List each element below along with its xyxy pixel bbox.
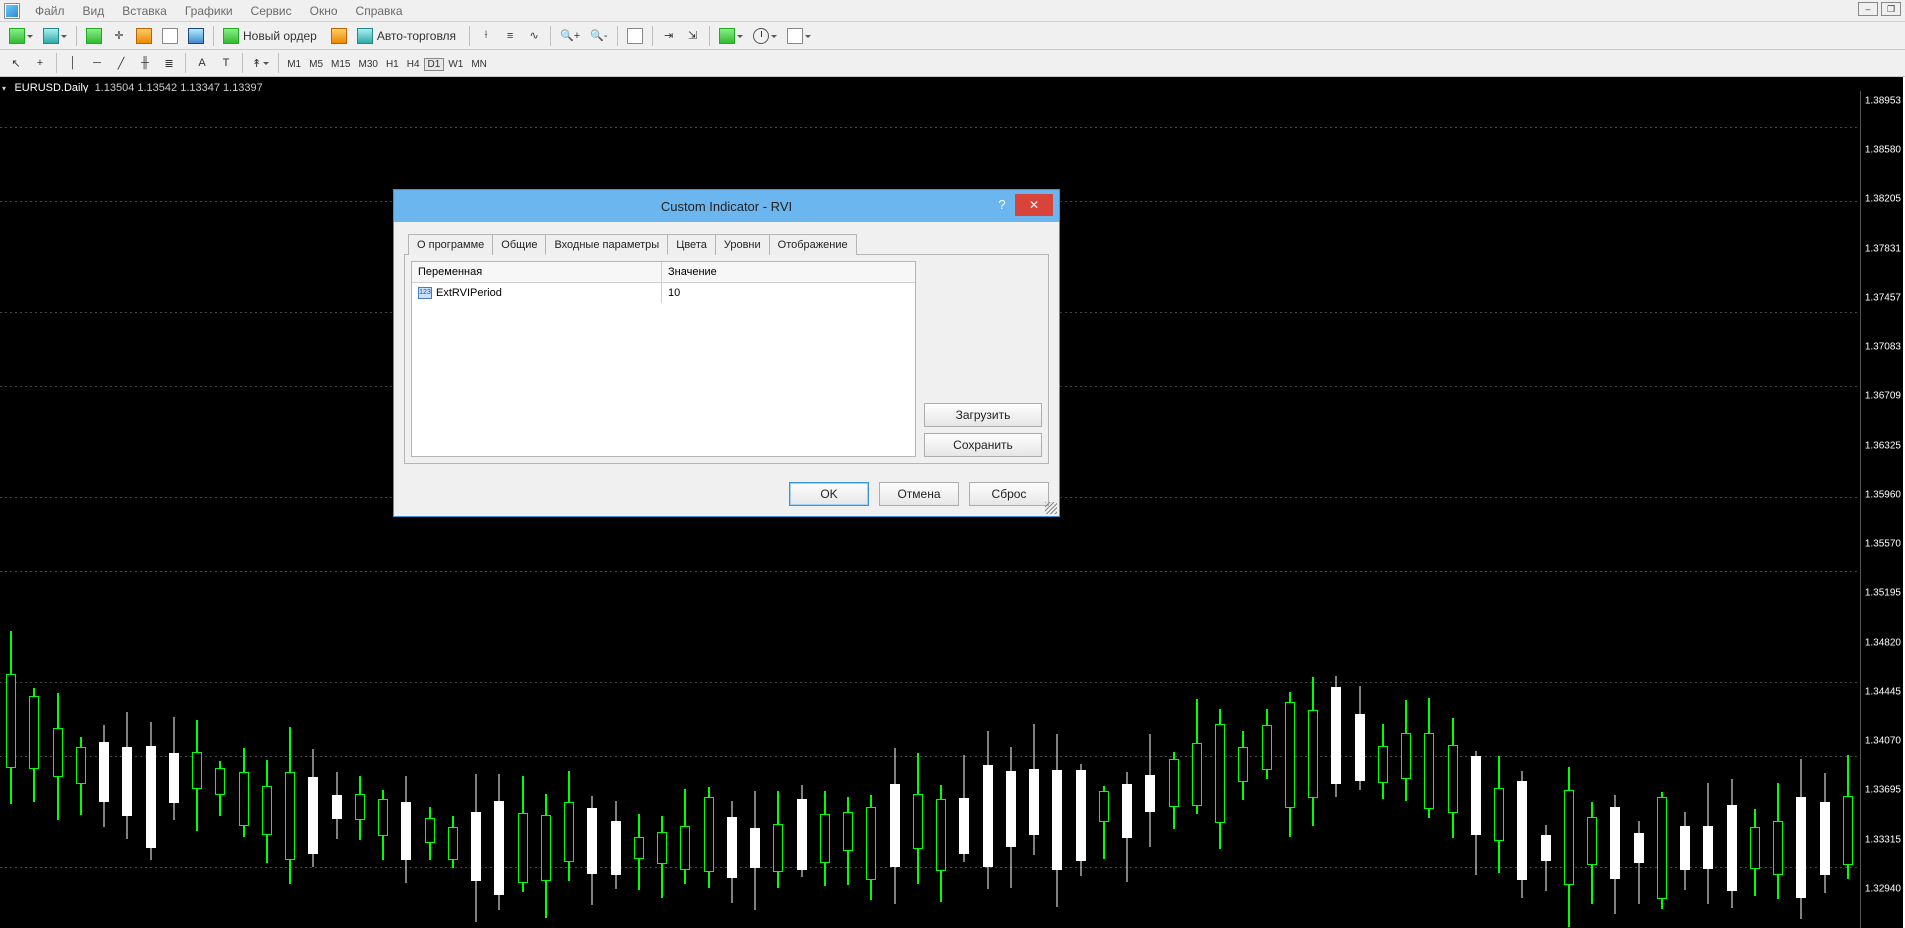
param-row[interactable]: 123 ExtRVIPeriod 10 <box>412 283 915 303</box>
dialog-titlebar[interactable]: Custom Indicator - RVI ? ✕ <box>394 190 1059 222</box>
modal-backdrop: Custom Indicator - RVI ? ✕ О программеОб… <box>0 0 1905 928</box>
tab-Общие[interactable]: Общие <box>492 234 546 255</box>
btn-ok[interactable]: OK <box>789 482 869 506</box>
btn-save[interactable]: Сохранить <box>924 433 1042 457</box>
tab-Цвета[interactable]: Цвета <box>667 234 716 255</box>
resize-grip[interactable] <box>1045 502 1057 514</box>
btn-load[interactable]: Загрузить <box>924 403 1042 427</box>
col-variable[interactable]: Переменная <box>412 262 662 282</box>
tab-О-программе[interactable]: О программе <box>408 234 493 255</box>
param-grid[interactable]: Переменная Значение 123 ExtRVIPeriod 10 <box>411 261 916 457</box>
tab-Отображение[interactable]: Отображение <box>769 234 857 255</box>
tab-Уровни[interactable]: Уровни <box>715 234 770 255</box>
dialog-title: Custom Indicator - RVI <box>661 199 792 214</box>
btn-cancel[interactable]: Отмена <box>879 482 959 506</box>
dialog-custom-indicator: Custom Indicator - RVI ? ✕ О программеОб… <box>393 189 1060 517</box>
param-name: ExtRVIPeriod <box>436 287 502 299</box>
int-icon: 123 <box>418 287 432 299</box>
dialog-tabs: О программеОбщиеВходные параметрыЦветаУр… <box>408 234 1049 255</box>
tab-Входные-параметры[interactable]: Входные параметры <box>545 234 668 255</box>
col-value[interactable]: Значение <box>662 262 915 282</box>
dialog-help-button[interactable]: ? <box>989 194 1015 216</box>
btn-reset[interactable]: Сброс <box>969 482 1049 506</box>
param-value[interactable]: 10 <box>662 283 915 303</box>
dialog-close-button[interactable]: ✕ <box>1015 194 1053 216</box>
tab-panel-inputs: Переменная Значение 123 ExtRVIPeriod 10 За… <box>404 254 1049 464</box>
